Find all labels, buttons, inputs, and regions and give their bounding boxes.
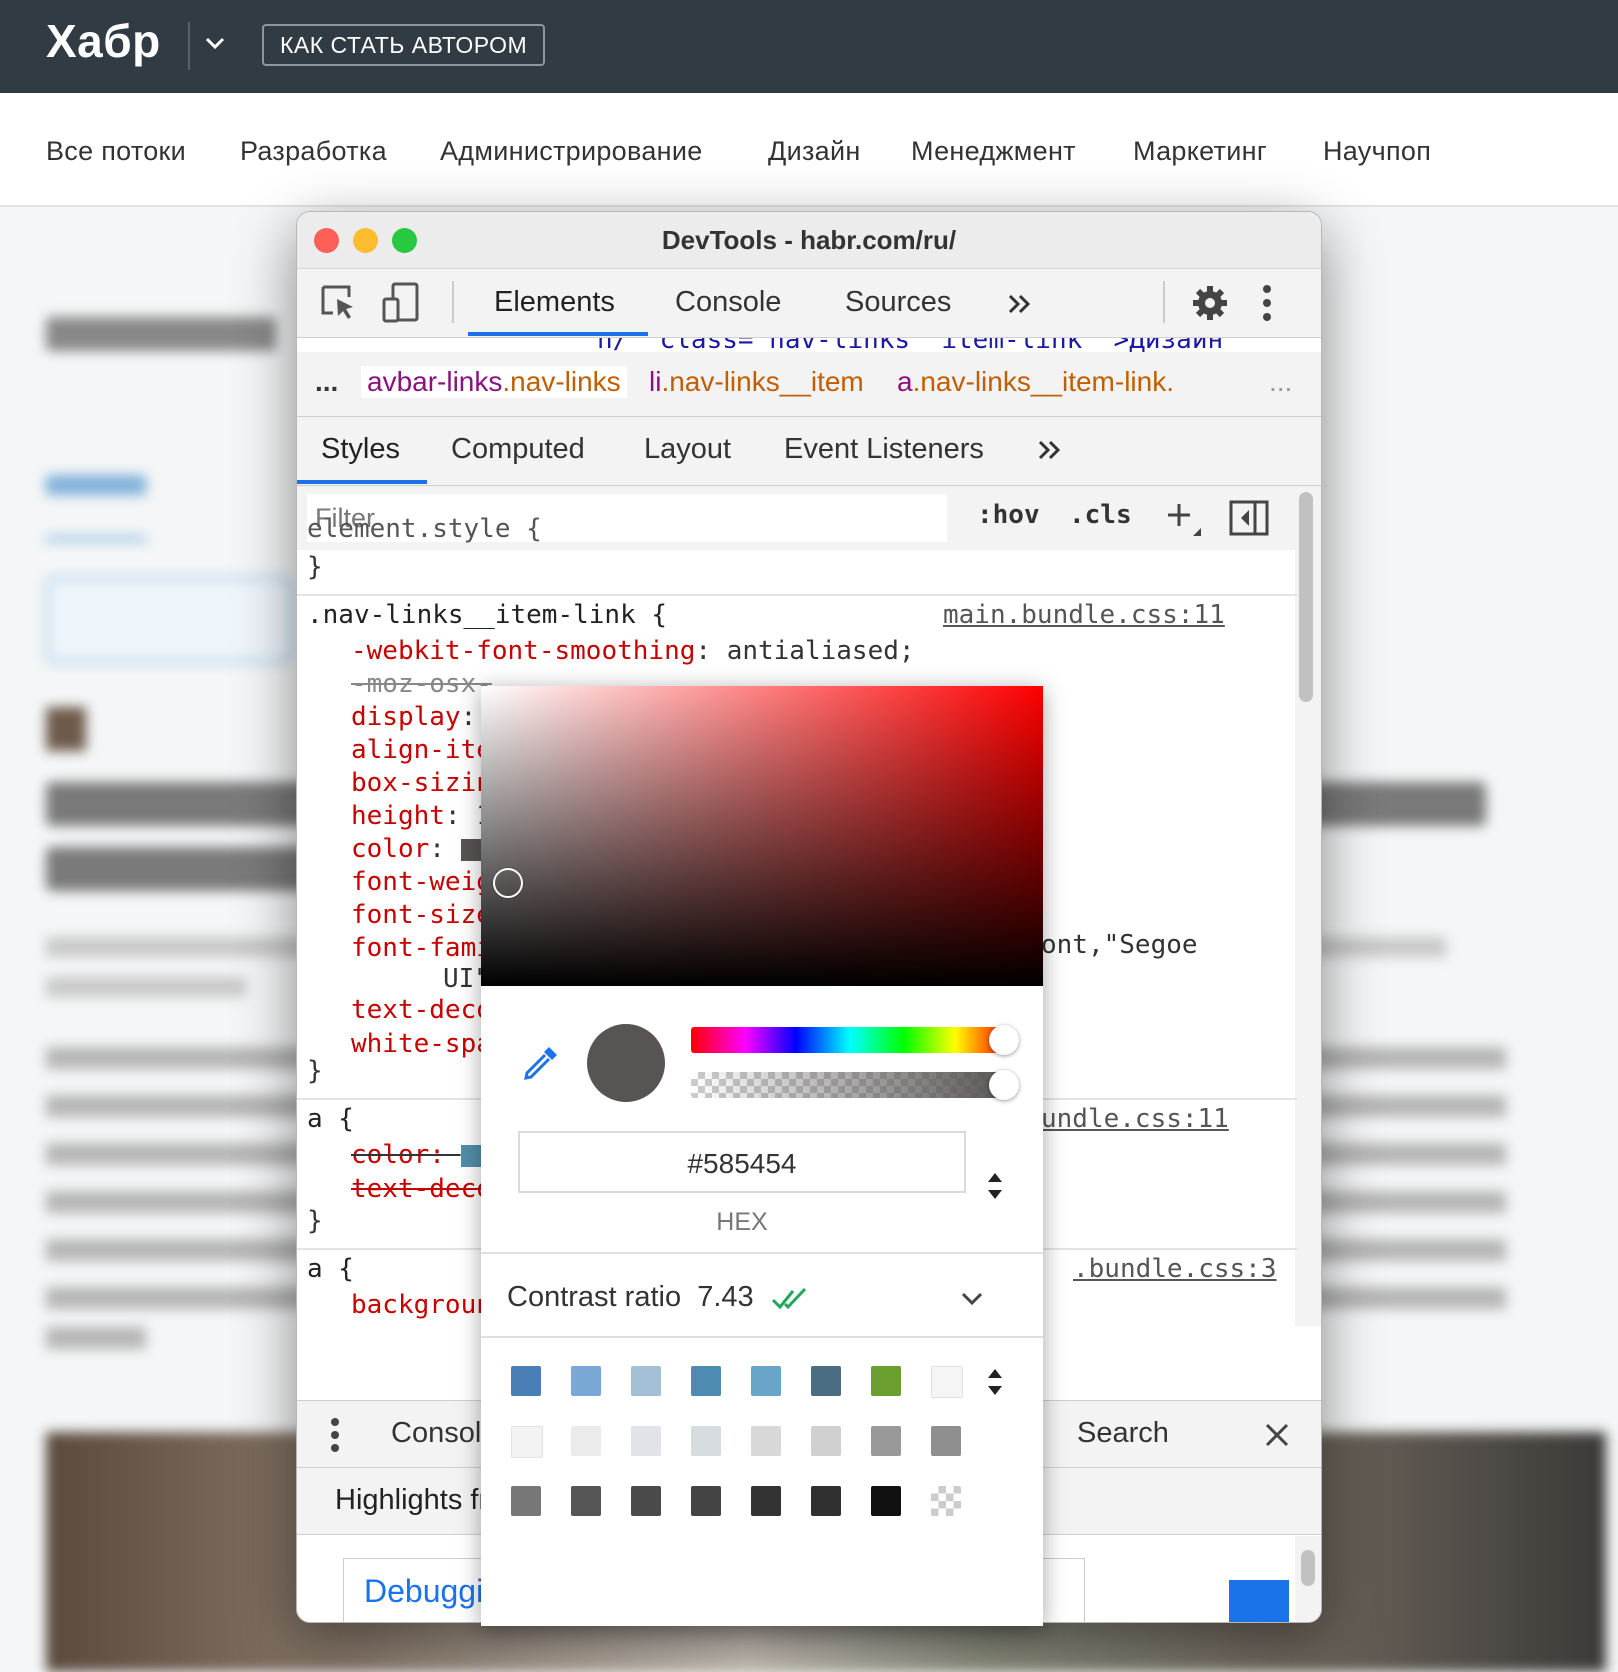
palette-swatch[interactable] (571, 1486, 601, 1516)
palette-swatch[interactable] (811, 1426, 841, 1456)
tab-console[interactable]: Console (675, 286, 781, 319)
color-picker: #585454 HEX Contrast ratio 7.43 (481, 686, 1043, 1626)
palette-stepper-icon[interactable] (985, 1365, 1005, 1399)
palette-swatch[interactable] (871, 1366, 901, 1396)
element-style-selector[interactable]: element.style { (307, 514, 542, 544)
palette-swatch[interactable] (691, 1366, 721, 1396)
breadcrumb-item-a[interactable]: a.nav-links__item-link. (897, 366, 1174, 398)
dom-tree-peek: n/" class="nav-links__item-link ">Дизайн (297, 338, 1321, 352)
toolbar-divider-2 (1163, 281, 1165, 323)
css-property-row[interactable]: backgroun (351, 1290, 492, 1320)
palette-swatch[interactable] (871, 1486, 901, 1516)
palette-swatch[interactable] (571, 1366, 601, 1396)
become-author-button[interactable]: КАК СТАТЬ АВТОРОМ (262, 24, 546, 66)
more-tabs-icon[interactable] (1007, 293, 1033, 315)
css-property-row[interactable]: text-deco (351, 1174, 492, 1204)
devtools-main-tabs: Elements Console Sources (297, 269, 1321, 338)
palette-swatch[interactable] (631, 1366, 661, 1396)
palette-swatch[interactable] (811, 1486, 841, 1516)
rule-selector[interactable]: .nav-links__item-link { (307, 600, 667, 630)
rule-divider (297, 594, 1297, 596)
more-subtabs-icon[interactable] (1037, 439, 1063, 461)
palette-swatch[interactable] (751, 1366, 781, 1396)
rule-source-link-3[interactable]: .bundle.css:3 (1073, 1254, 1277, 1284)
toolbar-divider (452, 281, 454, 323)
font-family-value-tail: ont,"Segoe (1041, 930, 1198, 960)
hov-toggle[interactable]: :hov (977, 500, 1040, 530)
styles-scrollbar-thumb[interactable] (1299, 492, 1313, 702)
color-swatch[interactable] (460, 838, 483, 861)
site-header: Хабр КАК СТАТЬ АВТОРОМ (0, 0, 1618, 93)
drawer-tab-search[interactable]: Search (1077, 1417, 1169, 1450)
breadcrumb-item-li[interactable]: li.nav-links__item (649, 366, 864, 398)
drawer-scrollbar[interactable] (1295, 1536, 1321, 1622)
color-swatch[interactable] (460, 1144, 483, 1167)
breadcrumb: ... avbar-links.nav-links li.nav-links__… (297, 352, 1321, 417)
window-title: DevTools - habr.com/ru/ (661, 225, 957, 255)
header-divider (188, 22, 190, 70)
drawer-menu-icon[interactable] (329, 1417, 341, 1453)
palette-swatch[interactable] (631, 1486, 661, 1516)
palette-swatch[interactable] (931, 1426, 961, 1456)
close-icon[interactable] (1263, 1421, 1291, 1449)
palette-swatch[interactable] (871, 1426, 901, 1456)
subtab-event-listeners[interactable]: Event Listeners (784, 433, 984, 466)
nav-item-popsci[interactable]: Научпоп (1323, 136, 1431, 167)
toggle-sidebar-icon[interactable] (1229, 500, 1269, 536)
palette-swatch[interactable] (691, 1486, 721, 1516)
inspect-element-icon[interactable] (319, 283, 359, 323)
nav-item-design[interactable]: Дизайн (768, 136, 861, 167)
new-style-rule-icon[interactable] (1165, 500, 1205, 540)
rule-close: } (307, 1206, 323, 1236)
settings-gear-icon[interactable] (1190, 283, 1230, 323)
window-titlebar: DevTools - habr.com/ru/ (297, 212, 1321, 269)
palette-swatch[interactable] (511, 1486, 541, 1516)
css-property-row[interactable]: -webkit-font-smoothing: antialiased; (351, 636, 915, 669)
chevron-down-icon[interactable] (202, 30, 228, 56)
breadcrumb-item-navbar[interactable]: avbar-links.nav-links (361, 366, 627, 398)
breadcrumb-ellipsis[interactable]: ... (315, 366, 338, 398)
site-nav: Все потоки Разработка Администрирование … (0, 93, 1618, 207)
rule-selector-a[interactable]: a { (307, 1104, 354, 1134)
habr-logo[interactable]: Хабр (46, 14, 161, 68)
nav-item-management[interactable]: Менеджмент (911, 136, 1076, 167)
device-toolbar-icon[interactable] (381, 281, 421, 325)
palette-swatch[interactable] (811, 1366, 841, 1396)
nav-item-all[interactable]: Все потоки (46, 136, 186, 167)
color-palette (481, 686, 1043, 1626)
tab-elements[interactable]: Elements (494, 286, 615, 319)
palette-swatch[interactable] (571, 1426, 601, 1456)
rule-source-link[interactable]: main.bundle.css:11 (943, 600, 1225, 630)
nav-item-admin[interactable]: Администрирование (440, 136, 703, 167)
element-style-close: } (307, 552, 323, 582)
styles-subtabs: Styles Computed Layout Event Listeners (297, 417, 1321, 486)
palette-swatch[interactable] (511, 1426, 543, 1458)
palette-swatch[interactable] (511, 1366, 541, 1396)
nav-item-marketing[interactable]: Маркетинг (1133, 136, 1267, 167)
palette-swatch[interactable] (931, 1486, 961, 1516)
palette-swatch[interactable] (691, 1426, 721, 1456)
active-subtab-indicator (297, 480, 427, 484)
rule-source-link-2[interactable]: undle.css:11 (1041, 1104, 1229, 1134)
cls-toggle[interactable]: .cls (1069, 500, 1132, 530)
breadcrumb-trailing-ellipsis[interactable]: ... (1269, 366, 1292, 398)
rule-close: } (307, 1056, 323, 1086)
palette-swatch[interactable] (931, 1366, 963, 1398)
css-property-row[interactable]: color: (351, 1140, 483, 1170)
kebab-menu-icon[interactable] (1261, 283, 1273, 323)
rule-selector-a-2[interactable]: a { (307, 1254, 354, 1284)
active-tab-indicator (468, 332, 648, 336)
subtab-styles[interactable]: Styles (321, 433, 400, 466)
dom-peek-text: n/" class="nav-links__item-link ">Дизайн (597, 338, 1223, 352)
subtab-layout[interactable]: Layout (644, 433, 731, 466)
palette-swatch[interactable] (751, 1486, 781, 1516)
palette-swatch[interactable] (631, 1426, 661, 1456)
palette-swatch[interactable] (751, 1426, 781, 1456)
feature-thumbnail (1229, 1580, 1289, 1622)
subtab-computed[interactable]: Computed (451, 433, 585, 466)
highlights-title: Highlights fr (335, 1484, 489, 1516)
nav-item-dev[interactable]: Разработка (240, 136, 387, 167)
tab-sources[interactable]: Sources (845, 286, 951, 319)
